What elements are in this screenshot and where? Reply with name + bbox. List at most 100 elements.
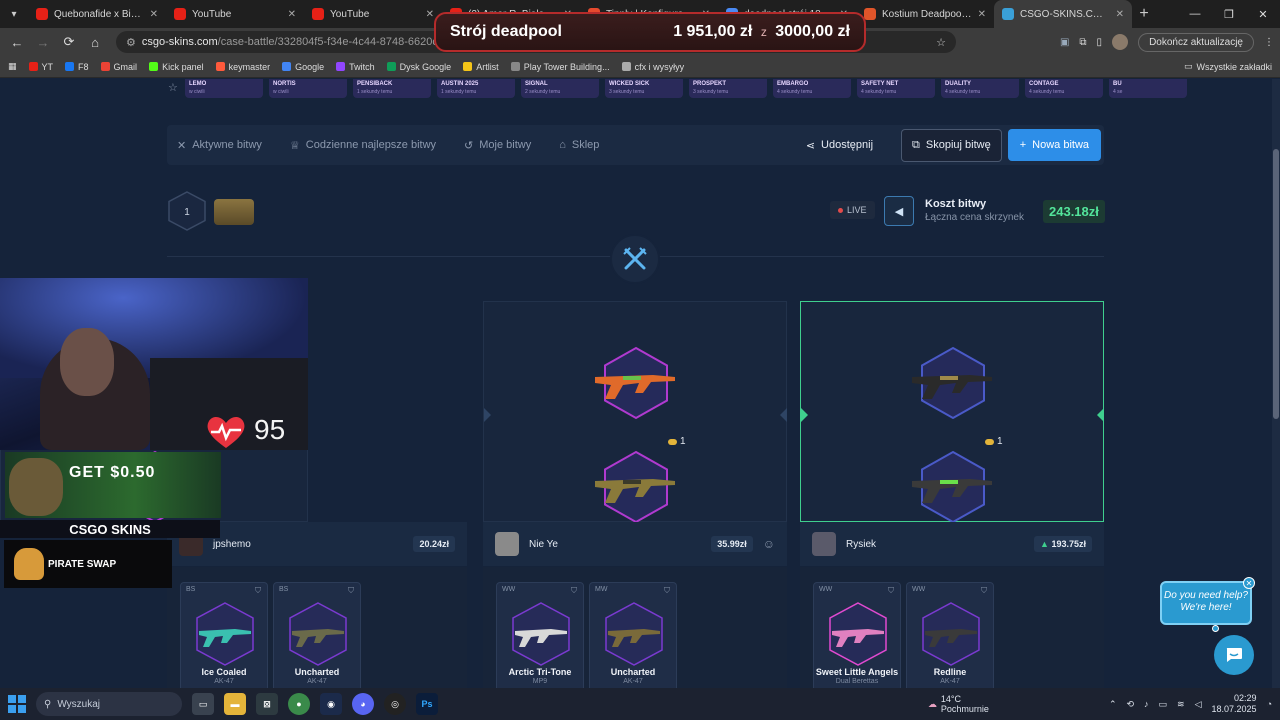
tab-search-button[interactable]: ▾	[0, 0, 28, 28]
photoshop-icon[interactable]: Ps	[416, 693, 438, 715]
chat-button[interactable]	[1214, 635, 1254, 675]
bookmark-item[interactable]: Artlist	[463, 62, 499, 72]
case-thumbnail[interactable]	[214, 199, 254, 225]
tab-close-icon[interactable]: ✕	[1116, 9, 1124, 20]
player-name[interactable]: Rysiek	[846, 539, 1024, 550]
recent-case-pill[interactable]: NORTIS w ciwili	[269, 79, 347, 98]
recent-case-pill[interactable]: PENSIBACK 1 sekundy temu	[353, 79, 431, 98]
tab-close-icon[interactable]: ✕	[426, 9, 434, 20]
forward-button[interactable]: →	[32, 31, 54, 53]
dropped-item-card[interactable]: BS ⛉ Ice Coaled AK-47	[180, 582, 268, 688]
recent-case-pill[interactable]: WICKED SICK 3 sekundy temu	[605, 79, 683, 98]
player-name[interactable]: Nie Ye	[529, 539, 701, 550]
bookmark-item[interactable]: Google	[282, 62, 324, 72]
recent-case-pill[interactable]: PROSPEKT 3 sekundy temu	[689, 79, 767, 98]
emoji-react-icon[interactable]: ☺	[763, 537, 775, 551]
display-icon[interactable]: ▭	[1159, 699, 1168, 710]
taskbar-search[interactable]: ⚲ Wyszukaj	[36, 692, 182, 716]
bookmark-item[interactable]: Twitch	[336, 62, 375, 72]
recent-case-pill[interactable]: AUSTIN 2025 1 sekundy temu	[437, 79, 515, 98]
profile-avatar[interactable]	[1112, 34, 1129, 50]
recent-case-pill[interactable]: SIGNAL 2 sekundy temu	[521, 79, 599, 98]
nav-my-battles[interactable]: ↺ Moje bitwy	[464, 139, 531, 152]
obs-icon[interactable]: ◎	[384, 693, 406, 715]
scrollbar-thumb[interactable]	[1273, 149, 1279, 419]
case-time: 4 sekundy temu	[777, 89, 813, 95]
browser-tab[interactable]: CSGO-SKINS.COM - B ✕	[994, 0, 1132, 28]
copy-battle-button[interactable]: ⧉ Skopiuj bitwę	[901, 128, 1002, 162]
bookmark-item[interactable]: Dysk Google	[386, 62, 451, 72]
browser-tab[interactable]: YouTube ✕	[166, 0, 304, 28]
all-bookmarks[interactable]: ▭ Wszystkie zakładki	[1184, 61, 1272, 72]
apps-grid-icon[interactable]: ▦	[8, 61, 17, 72]
versus-emblem	[610, 234, 660, 284]
nav-active-battles[interactable]: ✕ Aktywne bitwy	[177, 139, 262, 152]
browser-tab[interactable]: Kostium Deadpool umięś ✕	[856, 0, 994, 28]
player-avatar[interactable]	[812, 532, 836, 556]
tab-close-icon[interactable]: ✕	[288, 9, 296, 20]
discord-icon[interactable]: ◕	[352, 693, 374, 715]
recent-case-pill[interactable]: CONTAGE 4 sekundy temu	[1025, 79, 1103, 98]
tray-chevron-icon[interactable]: ⌃	[1109, 699, 1117, 710]
new-battle-button[interactable]: + Nowa bitwa	[1007, 129, 1101, 161]
help-bubble[interactable]: Do you need help? We're here!	[1160, 581, 1252, 625]
player-avatar[interactable]	[495, 532, 519, 556]
browser-tab[interactable]: YouTube ✕	[304, 0, 442, 28]
notification-bell-icon[interactable]: ◔	[1267, 699, 1272, 709]
nav-shop[interactable]: ⌂ Sklep	[559, 139, 599, 151]
bookmark-item[interactable]: YT	[28, 62, 53, 72]
close-window-button[interactable]: ✕	[1246, 0, 1280, 28]
reload-button[interactable]: ⟳	[58, 31, 80, 53]
weather-widget[interactable]: ☁ 14°C Pochmurnie	[928, 694, 989, 714]
recent-case-pill[interactable]: LEMO w ciwili	[185, 79, 263, 98]
extension-icon[interactable]: ▣	[1060, 37, 1069, 48]
help-close-icon[interactable]: ✕	[1243, 577, 1255, 589]
dropped-item-card[interactable]: BS ⛉ Uncharted AK-47	[273, 582, 361, 688]
excel-icon[interactable]: ⊠	[256, 693, 278, 715]
bookmark-item[interactable]: keymaster	[215, 62, 270, 72]
bookmark-item[interactable]: cfx i wysyłyy	[621, 62, 684, 72]
menu-icon[interactable]: ⋮	[1264, 37, 1274, 48]
sidebar-icon[interactable]: ▯	[1097, 37, 1103, 48]
dropped-item-card[interactable]: WW ⛉ Redline AK-47	[906, 582, 994, 688]
dropped-item-card[interactable]: WW ⛉ Sweet Little Angels Dual Berettas	[813, 582, 901, 688]
dropped-item-card[interactable]: MW ⛉ Uncharted AK-47	[589, 582, 677, 688]
home-button[interactable]: ⌂	[84, 31, 106, 53]
tab-close-icon[interactable]: ✕	[978, 9, 986, 20]
recent-case-pill[interactable]: BU 4 se	[1109, 79, 1187, 98]
bookmark-item[interactable]: Kick panel	[149, 62, 204, 72]
player-name[interactable]: jpshemo	[213, 539, 403, 550]
volume-icon[interactable]: ◁	[1195, 699, 1202, 710]
page-scrollbar[interactable]	[1272, 79, 1280, 688]
browser-tab[interactable]: Quebonafide x Bialas x Se ✕	[28, 0, 166, 28]
recent-case-pill[interactable]: EMBARGO 4 sekundy temu	[773, 79, 851, 98]
site-info-icon[interactable]: ⚙	[126, 36, 136, 49]
bookmark-item[interactable]: F8	[65, 62, 89, 72]
file-explorer-icon[interactable]: ▬	[224, 693, 246, 715]
bookmark-item[interactable]: Gmail	[100, 62, 137, 72]
sound-toggle-button[interactable]: ◀	[884, 196, 914, 226]
minimize-button[interactable]: —	[1178, 0, 1212, 28]
bookmark-star-icon[interactable]: ☆	[936, 36, 946, 49]
steam-icon[interactable]: ◉	[320, 693, 342, 715]
extensions-puzzle-icon[interactable]: ⧉	[1079, 37, 1086, 48]
task-view-icon[interactable]: ▭	[192, 693, 214, 715]
chrome-icon[interactable]: ●	[288, 693, 310, 715]
clock[interactable]: 02:29 18.07.2025	[1212, 693, 1257, 715]
new-tab-button[interactable]: +	[1132, 5, 1156, 23]
nav-daily-best[interactable]: ♕ Codzienne najlepsze bitwy	[290, 139, 436, 152]
recent-case-pill[interactable]: SAFETY NET 4 sekundy temu	[857, 79, 935, 98]
windows-start-icon[interactable]	[8, 695, 26, 713]
wifi-icon[interactable]: ≋	[1177, 699, 1185, 710]
share-button[interactable]: ⋖ Udostępnij	[806, 139, 873, 152]
maximize-button[interactable]: ❐	[1212, 0, 1246, 28]
tab-close-icon[interactable]: ✕	[150, 9, 158, 20]
bookmark-item[interactable]: Play Tower Building...	[510, 62, 610, 72]
microphone-icon[interactable]: ♪	[1144, 699, 1149, 709]
back-button[interactable]: ←	[6, 31, 28, 53]
network-icon[interactable]: ⟲	[1126, 699, 1134, 710]
recent-case-pill[interactable]: DUALITY 4 sekundy temu	[941, 79, 1019, 98]
update-button[interactable]: Dokończ aktualizację	[1138, 32, 1254, 52]
dropped-item-card[interactable]: WW ⛉ Arctic Tri-Tone MP9	[496, 582, 584, 688]
favorite-star-icon[interactable]: ☆	[168, 81, 178, 94]
